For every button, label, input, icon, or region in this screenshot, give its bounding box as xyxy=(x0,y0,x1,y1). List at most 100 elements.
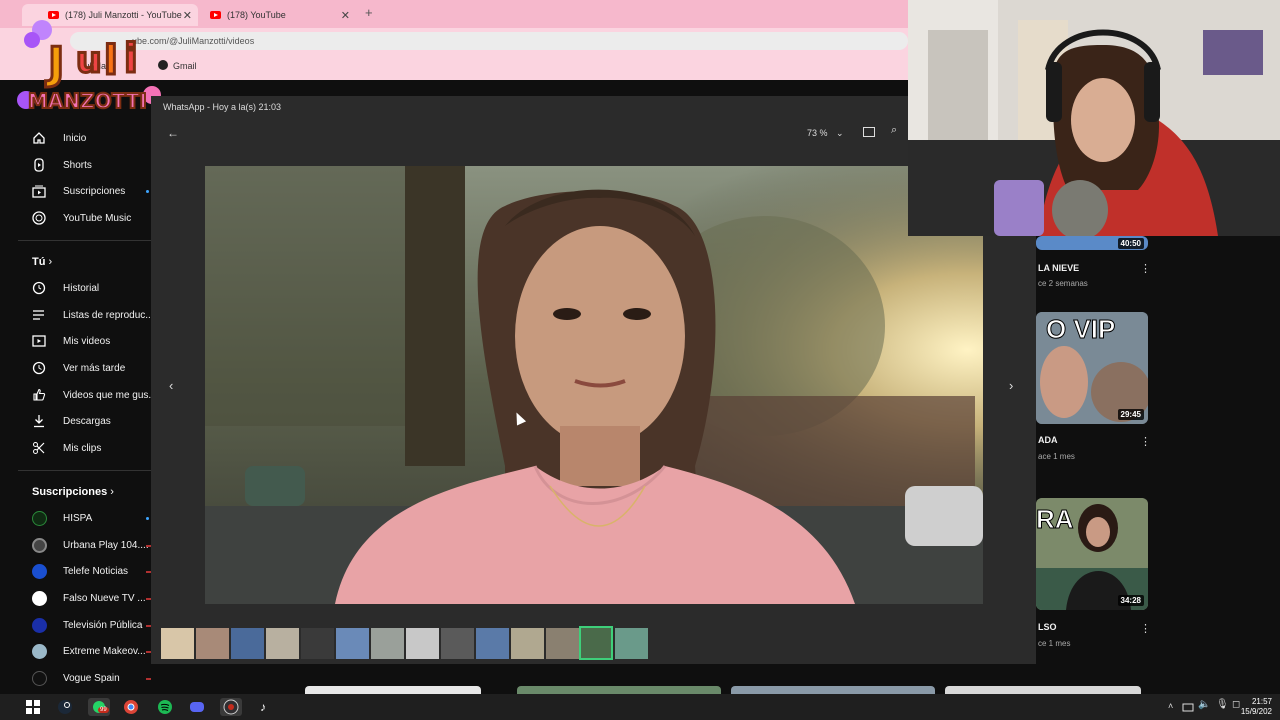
spotify-icon[interactable] xyxy=(156,698,174,716)
close-tab-icon[interactable]: ✕ xyxy=(183,9,192,22)
photo-viewer-window: WhatsApp - Hoy a la(s) 21:03 ← 73 % ⌄ ⌕ xyxy=(151,96,1036,664)
system-tray-chevron-icon[interactable]: ˄ xyxy=(1168,701,1173,711)
youtube-topbar xyxy=(151,80,908,96)
subscription-tv-publica[interactable]: Televisión Pública xyxy=(32,612,143,638)
sidebar-item-descargas[interactable]: Descargas xyxy=(32,408,111,434)
my-videos-icon xyxy=(32,334,46,348)
sidebar-item-label: Mis videos xyxy=(63,335,111,347)
chevron-right-icon: › xyxy=(48,256,53,268)
discord-icon[interactable] xyxy=(188,698,206,716)
thumbnail[interactable] xyxy=(196,628,229,659)
tab-youtube-home[interactable]: (178) YouTube ✕ xyxy=(202,4,354,26)
sidebar: Inicio Shorts Suscripciones YouTube Musi… xyxy=(18,120,157,691)
svg-text:u: u xyxy=(76,40,102,81)
thumbnail[interactable] xyxy=(336,628,369,659)
subscription-vogue-spain[interactable]: Vogue Spain xyxy=(32,665,120,691)
subscription-label: Urbana Play 104.... xyxy=(63,539,149,551)
thumbnail[interactable] xyxy=(161,628,194,659)
video-thumbnail[interactable]: O VIP 29:45 xyxy=(1036,312,1148,424)
fit-to-window-icon[interactable] xyxy=(863,127,875,137)
sidebar-item-playlists[interactable]: Listas de reproduc... xyxy=(32,302,154,328)
thumbnail[interactable] xyxy=(301,628,334,659)
steam-icon[interactable] xyxy=(56,698,74,716)
zoom-in-icon[interactable]: ⌕ xyxy=(891,124,897,137)
sidebar-item-label: Historial xyxy=(63,282,100,294)
sidebar-item-label: Shorts xyxy=(63,159,92,171)
thumbnail[interactable] xyxy=(441,628,474,659)
video-thumbnail[interactable]: 40:50 xyxy=(1036,236,1148,250)
volume-icon[interactable]: 🔈 xyxy=(1198,699,1210,710)
subscription-extreme-makeover[interactable]: Extreme Makeov... xyxy=(32,638,146,664)
new-tab-button[interactable]: + xyxy=(365,5,373,20)
sidebar-item-suscripciones[interactable]: Suscripciones xyxy=(32,178,125,204)
clock[interactable]: 21:57 15/9/202 xyxy=(1241,697,1272,717)
close-tab-icon[interactable]: ✕ xyxy=(341,9,350,22)
sidebar-item-ver-mas-tarde[interactable]: Ver más tarde xyxy=(32,355,125,381)
thumbnail[interactable] xyxy=(546,628,579,659)
subscription-label: HISPA xyxy=(63,512,93,524)
thumbnail-selected[interactable] xyxy=(579,626,613,660)
thumbnail[interactable] xyxy=(231,628,264,659)
svg-text:J: J xyxy=(45,38,64,89)
thumbnail[interactable] xyxy=(615,628,648,659)
sidebar-item-youtube-music[interactable]: YouTube Music xyxy=(32,205,131,231)
thumbnail[interactable] xyxy=(511,628,544,659)
divider xyxy=(18,240,151,241)
short-thumbnail[interactable] xyxy=(517,686,721,694)
more-options-icon[interactable]: ⋮ xyxy=(1140,622,1151,635)
sidebar-item-label: Inicio xyxy=(63,132,87,144)
back-arrow-icon[interactable]: ← xyxy=(167,126,179,140)
subscription-label: Telefe Noticias xyxy=(63,565,129,577)
subscription-falso-nueve[interactable]: Falso Nueve TV ... xyxy=(32,585,146,611)
download-icon xyxy=(32,414,46,428)
short-thumbnail[interactable] xyxy=(305,686,481,694)
sidebar-item-liked-videos[interactable]: Videos que me gus... xyxy=(32,382,157,408)
network-icon[interactable] xyxy=(1182,700,1194,712)
divider xyxy=(18,470,151,471)
thumbnail[interactable] xyxy=(371,628,404,659)
notification-icon[interactable]: ◻ xyxy=(1232,699,1240,710)
subscription-urbana-play[interactable]: Urbana Play 104.... xyxy=(32,532,149,558)
video-thumbnail[interactable]: RA 34:28 xyxy=(1036,498,1148,610)
clock-icon xyxy=(32,361,46,375)
channel-avatar xyxy=(32,617,47,633)
thumbnail[interactable] xyxy=(406,628,439,659)
video-title[interactable]: LA NIEVE xyxy=(1038,263,1079,273)
sidebar-item-historial[interactable]: Historial xyxy=(32,275,99,301)
previous-photo-icon[interactable]: ‹ xyxy=(169,378,173,393)
sidebar-item-inicio[interactable]: Inicio xyxy=(32,125,86,151)
next-photo-icon[interactable]: › xyxy=(1009,378,1013,393)
history-icon xyxy=(32,281,46,295)
zoom-level[interactable]: 73 % ⌄ xyxy=(807,128,844,139)
section-suscripciones[interactable]: Suscripciones › xyxy=(32,486,114,498)
video-title[interactable]: ADA xyxy=(1038,435,1058,445)
sidebar-item-label: Mis clips xyxy=(63,442,102,454)
video-meta: ce 1 mes xyxy=(1038,639,1071,648)
channel-avatar xyxy=(32,510,47,526)
sidebar-item-mis-videos[interactable]: Mis videos xyxy=(32,328,110,354)
subscription-label: Falso Nueve TV ... xyxy=(63,592,146,604)
taskbar: 99 ♪ ˄ 🔈 🎙 ◻ 21:57 15/9/202 xyxy=(0,694,1280,720)
sidebar-item-mis-clips[interactable]: Mis clips xyxy=(32,435,101,461)
windows-start-icon[interactable] xyxy=(24,698,42,716)
channel-avatar xyxy=(32,643,47,659)
subscription-hispa[interactable]: HISPA xyxy=(32,505,92,531)
short-thumbnail[interactable] xyxy=(731,686,935,694)
whatsapp-icon[interactable]: 99 xyxy=(88,698,110,716)
more-options-icon[interactable]: ⋮ xyxy=(1140,435,1151,448)
youtube-icon xyxy=(210,11,221,19)
sidebar-item-shorts[interactable]: Shorts xyxy=(32,152,92,178)
address-bar[interactable]: ube.com/@JuliManzotti/videos xyxy=(70,32,908,50)
notification-badge: 99 xyxy=(98,707,109,713)
thumbnail[interactable] xyxy=(266,628,299,659)
tiktok-icon[interactable]: ♪ xyxy=(254,698,272,716)
thumbnail[interactable] xyxy=(476,628,509,659)
obs-icon[interactable] xyxy=(220,698,242,716)
short-thumbnail[interactable] xyxy=(945,686,1141,694)
more-options-icon[interactable]: ⋮ xyxy=(1140,262,1151,275)
microphone-icon[interactable]: 🎙 xyxy=(1216,699,1229,710)
section-tu[interactable]: Tú › xyxy=(32,256,52,268)
subscription-telefe[interactable]: Telefe Noticias xyxy=(32,558,128,584)
chrome-icon[interactable] xyxy=(122,698,140,716)
video-title[interactable]: LSO xyxy=(1038,622,1057,632)
